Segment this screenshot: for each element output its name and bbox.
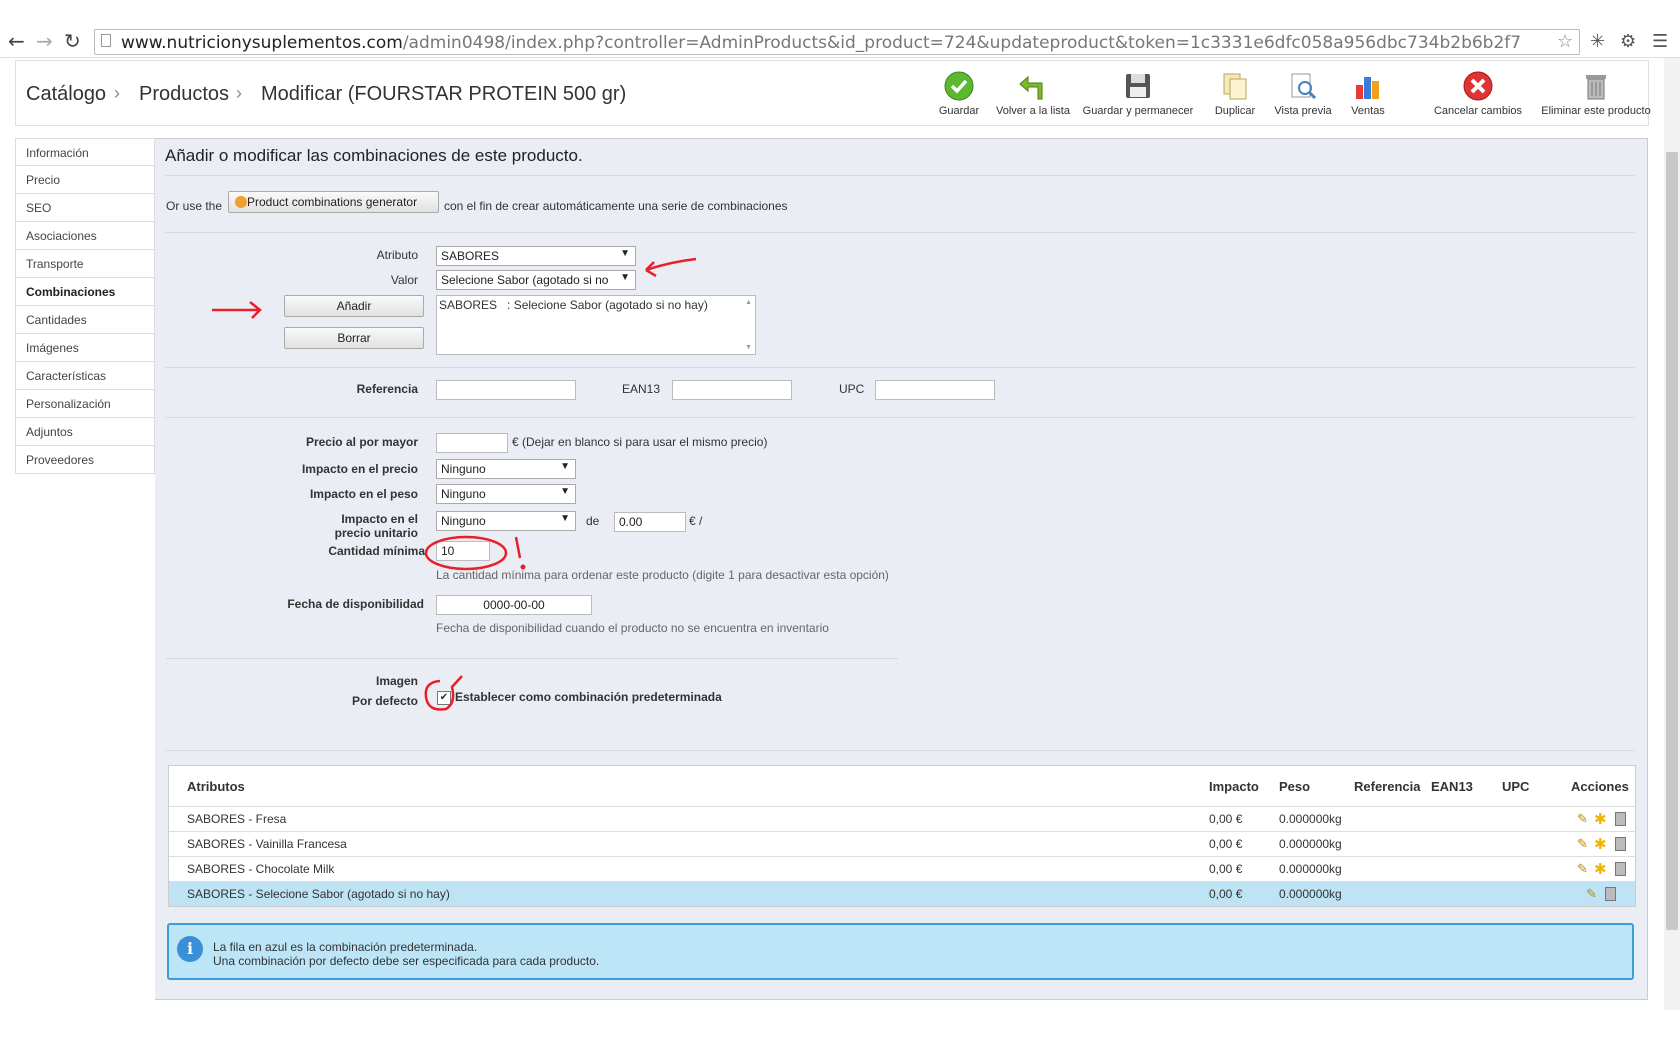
annotation-circle-min-qty bbox=[424, 535, 508, 571]
annotation-exclamation bbox=[514, 536, 522, 559]
annotation-arrow-add bbox=[212, 301, 262, 319]
annotation-arrow-value bbox=[645, 257, 697, 278]
annotation-exclamation-dot bbox=[520, 564, 526, 570]
annotation-circle-checkbox bbox=[424, 675, 463, 711]
annotation-overlay bbox=[212, 257, 697, 711]
